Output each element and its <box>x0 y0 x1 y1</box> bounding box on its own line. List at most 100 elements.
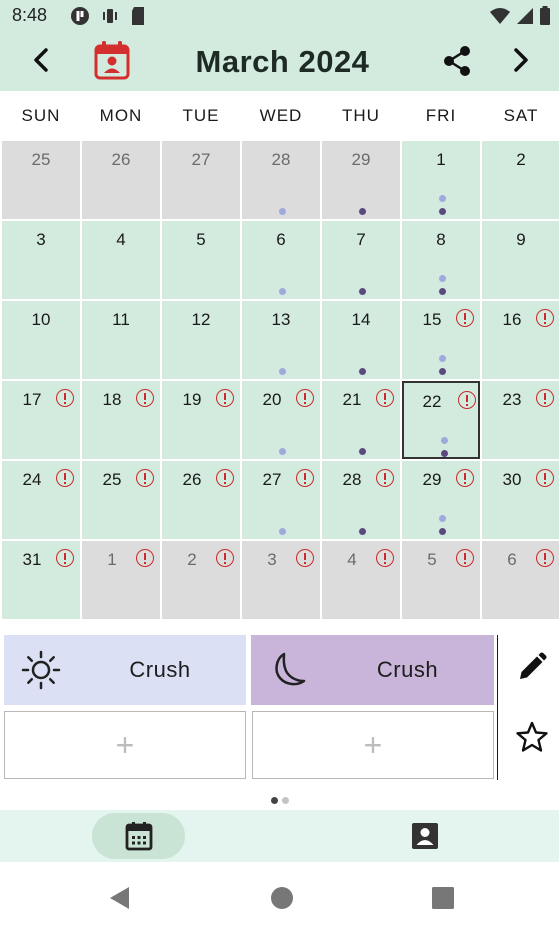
star-outline-icon <box>516 721 548 752</box>
event-dot-dark <box>439 528 446 535</box>
event-dot-dark <box>359 288 366 295</box>
day-number: 2 <box>516 150 526 169</box>
day-number: 7 <box>356 230 366 249</box>
day-cell[interactable]: 20 <box>242 381 320 459</box>
day-cell[interactable]: 3 <box>2 221 80 299</box>
day-number: 27 <box>191 150 211 169</box>
page-indicator <box>271 797 289 804</box>
alert-icon <box>296 469 314 487</box>
recents-square-icon[interactable] <box>430 885 456 911</box>
day-cell[interactable]: 23 <box>482 381 559 459</box>
contact-card-icon <box>411 823 438 849</box>
alert-icon <box>296 549 314 567</box>
day-cell[interactable]: 4 <box>82 221 160 299</box>
event-dot-dark <box>439 208 446 215</box>
day-cell[interactable]: 30 <box>482 461 559 539</box>
day-number: 26 <box>111 150 131 169</box>
day-cell[interactable]: 9 <box>482 221 559 299</box>
day-cell[interactable]: 14 <box>322 301 400 379</box>
day-number: 3 <box>36 230 46 249</box>
day-cell[interactable]: 28 <box>322 461 400 539</box>
weekday-header: SUN MON TUE WED THU FRI SAT <box>0 91 559 139</box>
event-dot-light <box>439 195 446 202</box>
event-dot-dark <box>439 368 446 375</box>
alert-icon <box>376 549 394 567</box>
day-routine-card[interactable]: Crush <box>4 635 246 705</box>
day-cell[interactable]: 28 <box>242 141 320 219</box>
day-cell[interactable]: 5 <box>402 541 480 619</box>
calendar-contact-icon[interactable] <box>94 40 130 80</box>
alert-icon <box>456 549 474 567</box>
nav-profile-tab[interactable] <box>378 813 471 859</box>
alert-icon <box>536 469 554 487</box>
app-bar: March 2024 <box>0 30 559 91</box>
alert-icon <box>136 549 154 567</box>
plus-icon: + <box>115 726 135 763</box>
share-button[interactable] <box>440 44 474 78</box>
alert-icon <box>376 389 394 407</box>
day-routine-label: Crush <box>129 657 191 682</box>
day-cell[interactable]: 25 <box>2 141 80 219</box>
alert-icon <box>216 549 234 567</box>
weekday-label: WED <box>259 106 303 125</box>
back-triangle-icon[interactable] <box>107 885 133 911</box>
day-cell[interactable]: 1 <box>402 141 480 219</box>
nav-calendar-tab[interactable] <box>92 813 185 859</box>
event-dot-light <box>439 515 446 522</box>
day-cell[interactable]: 6 <box>242 221 320 299</box>
night-routine-card[interactable]: Crush <box>251 635 494 705</box>
day-cell[interactable]: 8 <box>402 221 480 299</box>
previous-month-button[interactable] <box>25 44 57 76</box>
alert-icon <box>136 469 154 487</box>
add-day-item-button[interactable]: + <box>4 711 246 779</box>
day-cell[interactable]: 12 <box>162 301 240 379</box>
weekday-label: MON <box>99 106 143 125</box>
day-cell[interactable]: 4 <box>322 541 400 619</box>
vibration-icon <box>100 6 120 31</box>
day-cell[interactable]: 7 <box>322 221 400 299</box>
day-cell[interactable]: 21 <box>322 381 400 459</box>
day-cell[interactable]: 15 <box>402 301 480 379</box>
edit-button[interactable] <box>512 647 552 687</box>
status-bar: 8:48 <box>0 0 559 30</box>
chevron-left-icon <box>34 48 48 72</box>
home-circle-icon[interactable] <box>269 885 295 911</box>
day-cell[interactable]: 29 <box>322 141 400 219</box>
day-cell[interactable]: 27 <box>162 141 240 219</box>
weekday-label: FRI <box>425 106 457 125</box>
event-dot-light <box>279 528 286 535</box>
alert-icon <box>56 549 74 567</box>
day-cell[interactable]: 27 <box>242 461 320 539</box>
day-number: 10 <box>31 310 51 329</box>
event-dot-light <box>279 288 286 295</box>
day-cell[interactable]: 11 <box>82 301 160 379</box>
alert-icon <box>536 309 554 327</box>
day-cell[interactable]: 5 <box>162 221 240 299</box>
next-month-button[interactable] <box>505 44 537 76</box>
day-cell[interactable]: 6 <box>482 541 559 619</box>
day-cell[interactable]: 13 <box>242 301 320 379</box>
alert-icon <box>536 389 554 407</box>
day-cell[interactable]: 17 <box>2 381 80 459</box>
day-cell[interactable]: 16 <box>482 301 559 379</box>
day-cell[interactable]: 25 <box>82 461 160 539</box>
day-cell[interactable]: 3 <box>242 541 320 619</box>
share-icon <box>444 46 470 76</box>
day-cell[interactable]: 19 <box>162 381 240 459</box>
day-cell[interactable]: 29 <box>402 461 480 539</box>
day-cell[interactable]: 22 <box>402 381 480 459</box>
day-cell[interactable]: 18 <box>82 381 160 459</box>
day-cell[interactable]: 2 <box>482 141 559 219</box>
weekday-label: SAT <box>503 106 539 125</box>
day-cell[interactable]: 24 <box>2 461 80 539</box>
day-cell[interactable]: 10 <box>2 301 80 379</box>
day-number: 25 <box>31 150 51 169</box>
day-cell[interactable]: 26 <box>162 461 240 539</box>
day-cell[interactable]: 2 <box>162 541 240 619</box>
day-cell[interactable]: 31 <box>2 541 80 619</box>
favorite-button[interactable] <box>512 717 552 757</box>
add-night-item-button[interactable]: + <box>252 711 494 779</box>
day-cell[interactable]: 1 <box>82 541 160 619</box>
day-cell[interactable]: 26 <box>82 141 160 219</box>
event-dot-dark <box>359 528 366 535</box>
